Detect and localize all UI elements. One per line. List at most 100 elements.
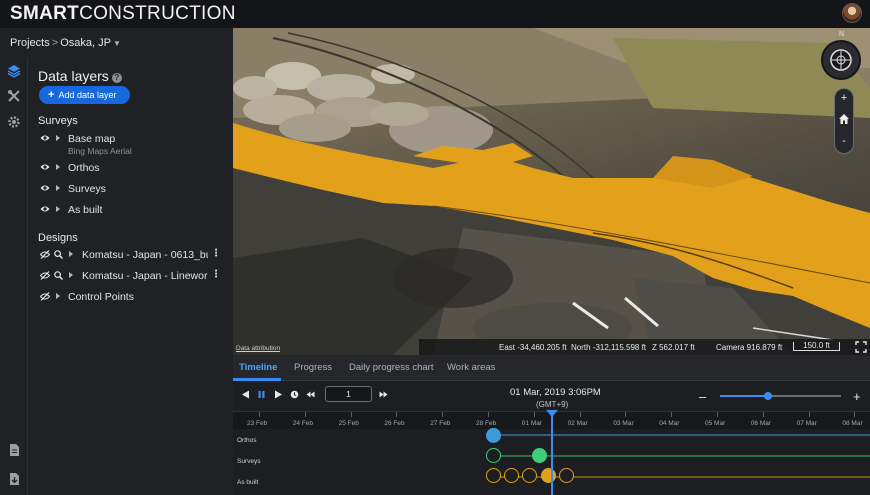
gear-icon[interactable] <box>7 115 21 129</box>
app-logo[interactable]: SMARTCONSTRUCTION <box>10 3 236 25</box>
layer-row-base-map[interactable]: Base map Bing Maps Aerial <box>40 133 230 157</box>
eye-icon[interactable] <box>40 163 50 171</box>
export-document-icon[interactable] <box>7 472 21 486</box>
more-options-icon[interactable]: ⋮ <box>211 269 221 280</box>
date-tick-mark <box>259 412 260 417</box>
layer-label: Komatsu - Japan - 0613_bul <box>82 249 208 261</box>
current-date: 01 Mar, 2019 3:06PM <box>510 387 601 398</box>
expand-triangle-icon[interactable] <box>69 272 73 278</box>
more-options-icon[interactable]: ⋮ <box>211 248 221 259</box>
date-tick-label: 07 Mar <box>796 420 817 427</box>
compass-control[interactable] <box>821 40 861 80</box>
east-coordinate: East -34,460.205 ft <box>499 343 567 352</box>
breadcrumb-current-project[interactable]: Osaka, JP <box>60 37 111 49</box>
chevron-down-icon[interactable]: ▼ <box>113 39 121 48</box>
date-tick-mark <box>717 412 718 417</box>
compass-north-label: N <box>838 31 844 38</box>
date-tick-label: 26 Feb <box>384 420 405 427</box>
help-icon[interactable]: ? <box>111 73 122 83</box>
avatar[interactable] <box>842 3 862 23</box>
layer-row-komatsu-0613[interactable]: Komatsu - Japan - 0613_bul ⋮ <box>40 248 230 263</box>
timeline-zoom-in-button[interactable]: + <box>853 389 861 404</box>
home-icon[interactable] <box>838 113 850 125</box>
timeline-panel: 1 01 Mar, 2019 3:06PM (GMT+9) – + 23 Feb… <box>233 381 870 495</box>
survey-marker-selected[interactable] <box>532 448 547 463</box>
scale-bar: 150.0 ft <box>793 342 840 351</box>
play-icon[interactable] <box>274 390 283 399</box>
survey-marker[interactable] <box>486 448 501 463</box>
expand-triangle-icon[interactable] <box>56 206 60 212</box>
date-tick-mark <box>396 412 398 417</box>
date-tick-mark <box>488 412 489 417</box>
eye-off-icon[interactable] <box>40 271 50 280</box>
rewind-icon[interactable] <box>306 390 315 399</box>
zoom-slider-handle[interactable] <box>764 392 773 400</box>
panel-title: Data layers? <box>38 68 122 84</box>
breadcrumb-projects[interactable]: Projects <box>10 37 50 49</box>
timezone-label: (GMT+9) <box>536 400 569 409</box>
expand-triangle-icon[interactable] <box>69 251 73 257</box>
date-tick-label: 25 Feb <box>338 420 359 427</box>
layer-row-komatsu-linework[interactable]: Komatsu - Japan - Linework ⋮ <box>40 269 230 284</box>
timeline-cursor-handle[interactable] <box>546 410 558 417</box>
timeline-cursor[interactable] <box>551 411 553 495</box>
orthos-capture-marker[interactable] <box>486 428 501 443</box>
eye-icon[interactable] <box>40 134 50 142</box>
date-tick-label: 27 Feb <box>430 420 451 427</box>
frame-number-input[interactable]: 1 <box>325 386 372 402</box>
pause-icon[interactable] <box>257 390 266 399</box>
clock-icon[interactable] <box>290 390 299 399</box>
add-data-layer-button[interactable]: + Add data layer <box>39 86 130 104</box>
expand-triangle-icon[interactable] <box>56 135 60 141</box>
logo-light-text: CONSTRUCTION <box>79 3 236 24</box>
tab-work-areas[interactable]: Work areas <box>447 362 495 373</box>
bottom-tab-bar: Timeline Progress Daily progress chart W… <box>233 355 870 381</box>
eye-off-icon[interactable] <box>40 250 50 259</box>
eye-icon[interactable] <box>40 205 50 213</box>
designs-group-title: Designs <box>38 232 78 244</box>
north-coordinate: North -312,115.598 ft <box>571 343 647 352</box>
expand-triangle-icon[interactable] <box>56 164 60 170</box>
document-icon[interactable] <box>7 443 21 457</box>
as-built-marker[interactable] <box>504 468 519 483</box>
as-built-marker[interactable] <box>559 468 574 483</box>
layers-icon[interactable] <box>7 64 21 78</box>
top-bar: SMARTCONSTRUCTION <box>0 0 870 28</box>
date-tick-mark <box>533 412 535 417</box>
as-built-marker-selected[interactable] <box>541 468 556 483</box>
fast-forward-icon[interactable] <box>379 390 388 399</box>
fullscreen-icon[interactable] <box>855 341 867 353</box>
track-label-as-built: As built <box>237 479 259 486</box>
eye-off-icon[interactable] <box>40 292 50 301</box>
layer-row-control-points[interactable]: Control Points <box>40 291 230 305</box>
date-tick-mark <box>442 412 444 417</box>
layer-row-orthos[interactable]: Orthos <box>40 162 230 176</box>
layer-label: Base map <box>68 133 116 145</box>
data-attribution-link[interactable]: Data attribution <box>236 345 280 352</box>
expand-triangle-icon[interactable] <box>56 185 60 191</box>
timeline-zoom-slider[interactable] <box>720 392 841 400</box>
tab-progress[interactable]: Progress <box>294 362 332 373</box>
date-tick-mark <box>808 412 810 417</box>
expand-triangle-icon[interactable] <box>56 293 60 299</box>
tab-daily-progress-chart[interactable]: Daily progress chart <box>349 362 433 373</box>
as-built-marker[interactable] <box>486 468 501 483</box>
map-zoom-in-button[interactable]: + <box>835 92 853 104</box>
zoom-to-icon[interactable] <box>54 271 63 280</box>
tab-timeline[interactable]: Timeline <box>239 362 277 373</box>
map-zoom-out-button[interactable]: - <box>835 135 853 147</box>
step-back-icon[interactable] <box>241 390 250 399</box>
date-tick-label: 28 Feb <box>476 420 497 427</box>
layer-row-surveys[interactable]: Surveys <box>40 183 230 197</box>
eye-icon[interactable] <box>40 184 50 192</box>
date-tick-mark <box>625 412 627 417</box>
layer-row-as-built[interactable]: As built <box>40 204 230 218</box>
map-viewport[interactable]: N + - Data attribution East -34,460.205 … <box>233 28 870 355</box>
tools-icon[interactable] <box>7 89 21 103</box>
panel-title-text: Data layers <box>38 68 109 84</box>
layer-label: Surveys <box>68 183 106 195</box>
zoom-slider-fill <box>720 395 769 397</box>
as-built-marker[interactable] <box>522 468 537 483</box>
zoom-to-icon[interactable] <box>54 250 63 259</box>
timeline-zoom-out-button[interactable]: – <box>699 389 706 404</box>
